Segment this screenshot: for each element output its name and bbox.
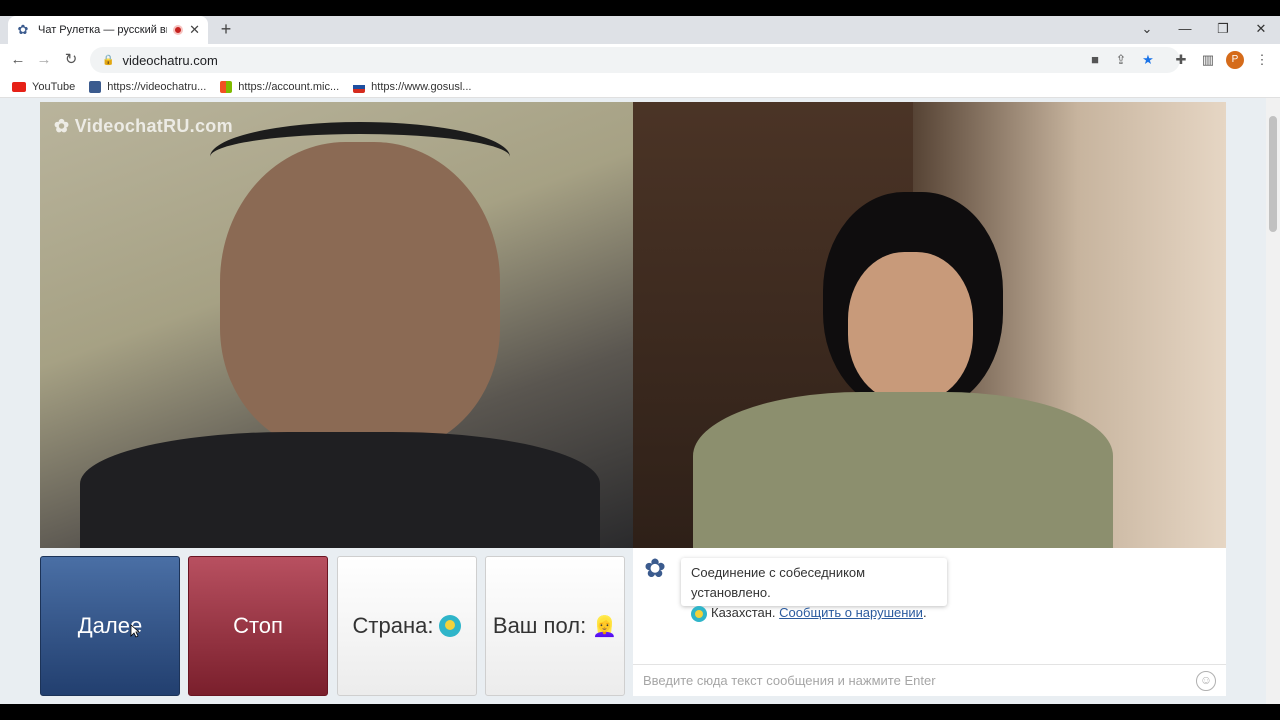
country-label: Страна:	[352, 613, 434, 638]
country-button[interactable]: Страна:	[337, 556, 477, 696]
site-favicon-icon: ✿	[17, 22, 29, 37]
bookmark-star-icon[interactable]: ★	[1139, 51, 1157, 69]
country-name: Казахстан.	[711, 605, 776, 620]
side-panel-icon[interactable]: ▥	[1199, 51, 1217, 69]
menu-kebab-icon[interactable]: ⋮	[1253, 51, 1271, 69]
headphones-icon	[210, 122, 510, 192]
back-arrow-icon[interactable]: ←	[8, 50, 28, 70]
tab-close-icon[interactable]: ✕	[189, 22, 200, 38]
gender-label: Ваш пол:	[492, 613, 587, 638]
browser-toolbar: ← → ↻ 🔒 videochatru.com ■ ⇪ ★ ✚ ▥ ⋮	[0, 44, 1280, 76]
bookmarks-bar: YouTube https://videochatru... https://a…	[0, 76, 1280, 98]
bookmark-gosuslugi[interactable]: https://www.gosusl...	[353, 80, 472, 93]
gender-button[interactable]: Ваш пол: 👱‍♀️	[485, 556, 625, 696]
youtube-icon	[12, 81, 26, 92]
report-link[interactable]: Сообщить о нарушении	[779, 605, 923, 620]
tab-title: Чат Рулетка — русский вид	[38, 24, 168, 36]
message-placeholder: Введите сюда текст сообщения и нажмите E…	[643, 673, 936, 688]
remote-video: ✿ VideochatRU.com	[40, 102, 633, 548]
site-logo: ✿ VideochatRU.com	[54, 116, 233, 136]
profile-avatar[interactable]: P	[1226, 51, 1244, 69]
system-message: Соединение с собеседником установлено. К…	[681, 558, 947, 622]
address-bar[interactable]: 🔒 videochatru.com	[90, 47, 1180, 73]
restore-button[interactable]: ❐	[1204, 16, 1242, 44]
browser-tab[interactable]: ✿ Чат Рулетка — русский вид ✕	[8, 16, 208, 44]
page-scrollbar[interactable]	[1266, 98, 1280, 704]
reload-icon[interactable]: ↻	[61, 50, 81, 70]
camera-icon[interactable]: ■	[1086, 51, 1104, 69]
screen-top-bar	[0, 0, 1280, 16]
url-text: videochatru.com	[122, 52, 218, 68]
gosuslugi-icon	[353, 80, 366, 93]
forward-arrow-icon[interactable]: →	[34, 50, 54, 70]
share-icon[interactable]: ⇪	[1112, 51, 1130, 69]
chat-logo-icon: ✿	[644, 553, 666, 583]
next-button[interactable]: Далее	[40, 556, 180, 696]
kazakhstan-flag-icon	[439, 615, 462, 637]
mouse-cursor-icon	[130, 624, 140, 638]
controls-bar: Далее Стоп Страна: Ваш пол: 👱‍♀️	[0, 556, 633, 696]
bookmark-label: https://account.mic...	[238, 80, 340, 93]
scrollbar-thumb[interactable]	[1269, 116, 1277, 232]
videochat-favicon-icon	[89, 80, 102, 93]
chat-panel: ✿ Соединение с собеседником установлено.…	[633, 548, 1226, 696]
extensions-puzzle-icon[interactable]: ✚	[1172, 51, 1190, 69]
message-input[interactable]: Введите сюда текст сообщения и нажмите E…	[633, 664, 1226, 696]
lock-icon: 🔒	[102, 54, 115, 66]
report-suffix: .	[922, 605, 927, 620]
local-person-face	[848, 252, 973, 402]
female-emoji-icon: 👱‍♀️	[592, 615, 618, 638]
microsoft-icon	[220, 80, 233, 93]
bookmark-microsoft[interactable]: https://account.mic...	[220, 80, 340, 93]
window-close-button[interactable]: ✕	[1242, 16, 1280, 44]
new-tab-button[interactable]: +	[216, 19, 236, 39]
bookmark-label: https://www.gosusl...	[371, 80, 472, 93]
kazakhstan-flag-icon	[691, 605, 707, 622]
local-video	[633, 102, 1226, 548]
local-person-body	[693, 392, 1113, 548]
tab-search-button[interactable]: ⌄	[1128, 16, 1166, 44]
recording-indicator-icon	[173, 25, 184, 35]
minimize-button[interactable]: —	[1166, 16, 1204, 44]
emoji-smiley-icon[interactable]: ☺	[1196, 671, 1216, 691]
bookmark-label: YouTube	[32, 80, 76, 93]
stop-button[interactable]: Стоп	[188, 556, 328, 696]
tab-strip: ✿ Чат Рулетка — русский вид ✕ + ⌄ — ❐ ✕	[0, 16, 1280, 44]
bookmark-videochatru[interactable]: https://videochatru...	[89, 80, 207, 93]
remote-person-body	[80, 432, 600, 548]
connection-text: Соединение с собеседником установлено.	[691, 565, 866, 600]
bookmark-youtube[interactable]: YouTube	[12, 81, 75, 93]
bookmark-label: https://videochatru...	[107, 80, 207, 93]
